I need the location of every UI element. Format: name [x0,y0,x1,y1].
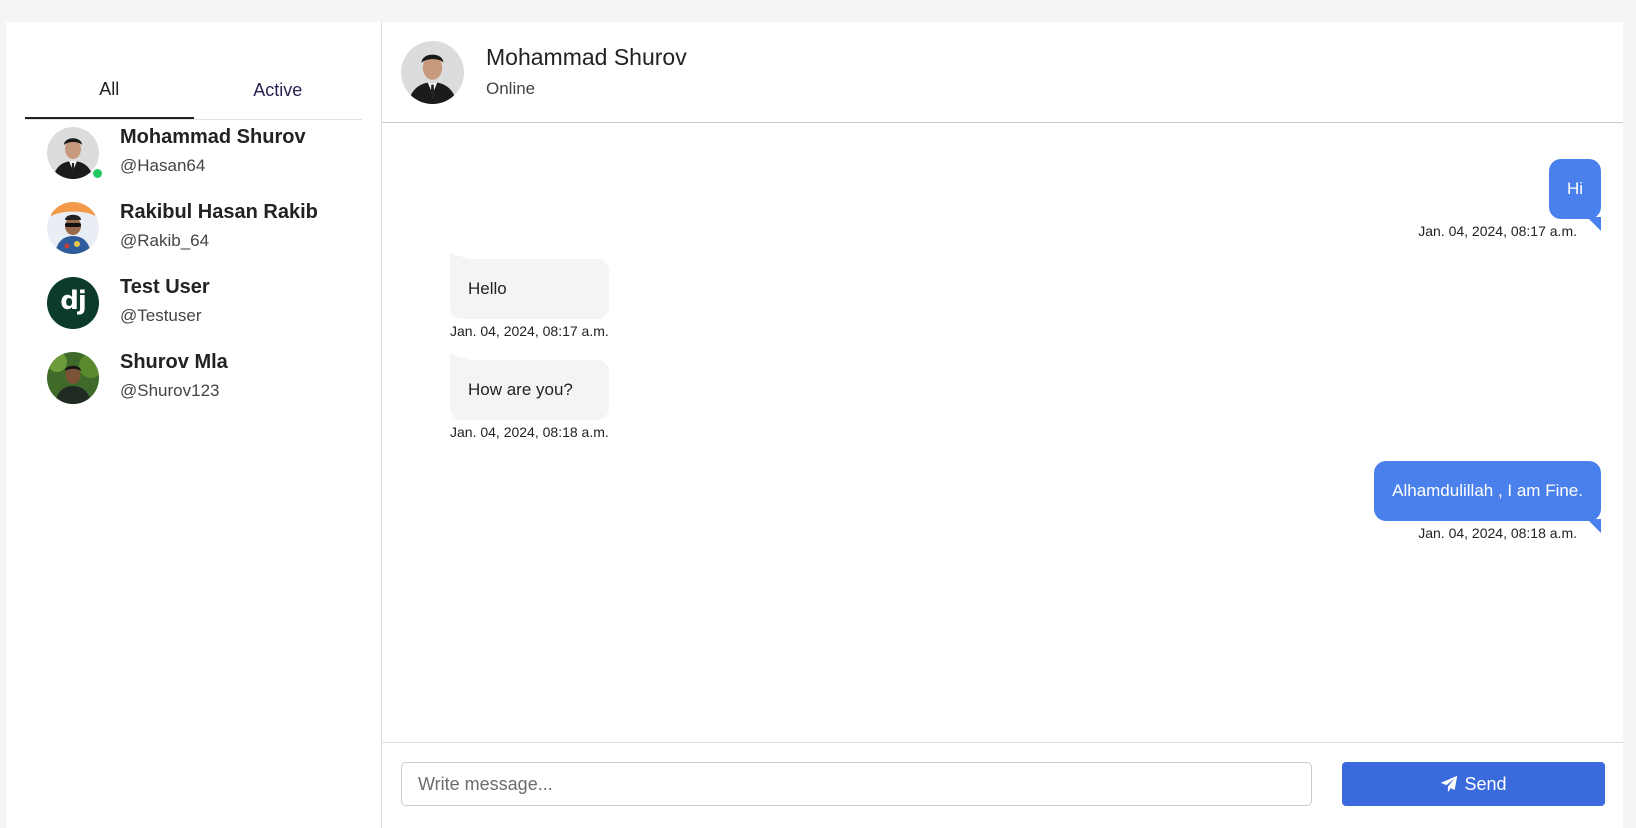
bubble-tail [450,354,476,362]
message-timestamp: Jan. 04, 2024, 08:18 a.m. [450,424,609,440]
send-button-label: Send [1464,773,1507,794]
message-timestamp: Jan. 04, 2024, 08:17 a.m. [450,323,609,339]
avatar [47,202,99,254]
message-input[interactable] [401,762,1312,806]
chat-panel: Mohammad Shurov Online Hi Jan. 04, 2024,… [382,22,1623,828]
contact-name: Test User [120,276,210,298]
message-composer: Send [382,742,1623,828]
message-bubble: Hi [1548,159,1601,231]
avatar-initials: dj [60,286,87,316]
message-bubble: Hello [450,253,609,319]
contact-item[interactable]: Rakibul Hasan Rakib @Rakib_64 [6,197,381,272]
message-text: Hi [1566,179,1583,198]
contact-handle: @Rakib_64 [120,231,210,250]
contact-handle: @Shurov123 [120,381,220,400]
tab-active[interactable]: Active [194,62,363,119]
message-text: Alhamdulillah , I am Fine. [1392,481,1583,500]
contact-handle: @Testuser [120,306,202,325]
message-incoming: Hello Jan. 04, 2024, 08:17 a.m. [450,253,609,339]
contact-name: Rakibul Hasan Rakib [120,201,318,223]
contact-item[interactable]: Shurov Mla @Shurov123 [6,347,381,422]
message-incoming: How are you? Jan. 04, 2024, 08:18 a.m. [450,354,609,440]
contact-tabs: All Active [25,62,362,120]
bubble-tail [1587,217,1601,231]
chat-contact-status: Online [486,79,536,98]
avatar [47,352,99,404]
message-list: Hi Jan. 04, 2024, 08:17 a.m. Hello Jan. … [382,123,1623,763]
bubble-tail [1587,519,1601,533]
message-outgoing: Alhamdulillah , I am Fine. Jan. 04, 2024… [1374,461,1601,541]
chat-contact-name: Mohammad Shurov [486,44,687,70]
online-status-dot [91,167,104,180]
chat-header: Mohammad Shurov Online [382,22,1623,123]
contact-name: Mohammad Shurov [120,126,306,148]
contact-item[interactable]: dj Test User @Testuser [6,272,381,347]
paper-plane-icon [1441,775,1458,793]
contact-handle: @Hasan64 [120,156,206,175]
contacts-sidebar: All Active Mohammad Shurov @Hasan64 Raki… [6,22,382,828]
message-outgoing: Hi Jan. 04, 2024, 08:17 a.m. [1418,159,1601,239]
django-logo-avatar: dj [47,277,99,329]
message-timestamp: Jan. 04, 2024, 08:17 a.m. [1418,223,1577,239]
message-bubble: How are you? [450,354,609,420]
contact-name: Shurov Mla [120,351,228,373]
message-bubble: Alhamdulillah , I am Fine. [1374,461,1601,533]
message-text: Hello [468,279,507,298]
bubble-tail [450,253,476,261]
contact-item[interactable]: Mohammad Shurov @Hasan64 [6,122,381,197]
header-avatar [401,41,464,104]
message-timestamp: Jan. 04, 2024, 08:18 a.m. [1418,525,1577,541]
send-button[interactable]: Send [1342,762,1605,806]
contact-list: Mohammad Shurov @Hasan64 Rakibul Hasan R… [6,122,381,422]
tab-all[interactable]: All [25,62,194,119]
message-text: How are you? [468,380,573,399]
